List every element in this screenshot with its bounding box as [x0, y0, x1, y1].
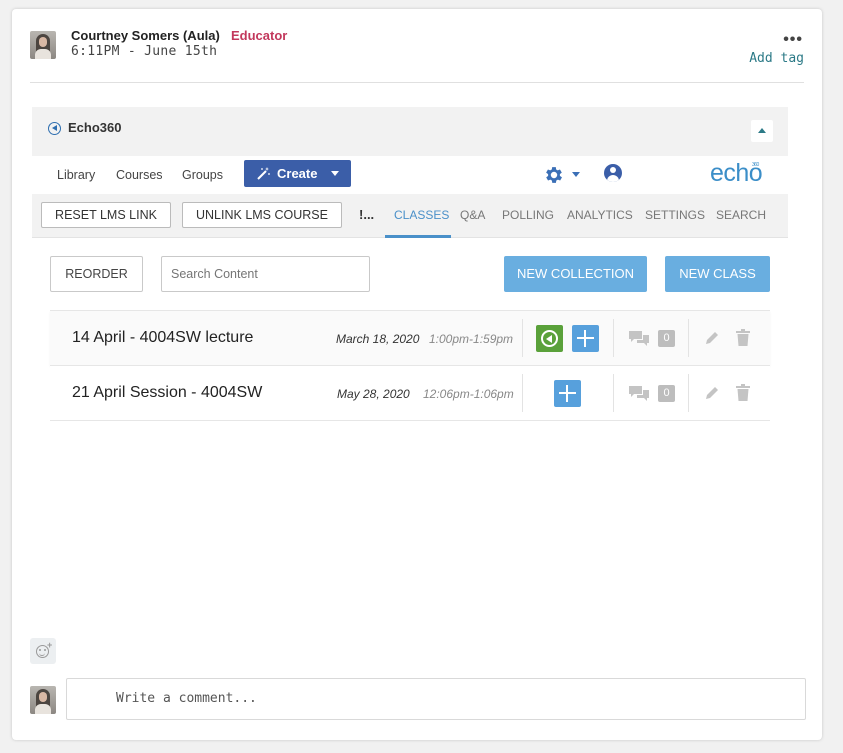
nav-groups[interactable]: Groups [182, 168, 223, 182]
chevron-down-icon [331, 171, 339, 176]
comment-input[interactable]: Write a comment... [66, 678, 806, 720]
tab-settings[interactable]: SETTINGS [645, 208, 705, 222]
more-options-icon[interactable]: ••• [783, 31, 803, 49]
echo-nav-bar: Library Courses Groups Create echo 360 [32, 156, 788, 194]
class-time: 12:06pm-1:06pm [423, 387, 514, 401]
row-separator [688, 374, 689, 412]
tab-classes[interactable]: CLASSES [394, 208, 449, 222]
discussion-icon[interactable] [627, 384, 651, 404]
nav-courses[interactable]: Courses [116, 168, 163, 182]
discussion-count: 0 [658, 330, 675, 347]
commenter-avatar [30, 686, 56, 714]
header-divider [30, 82, 804, 83]
magic-wand-icon [257, 167, 270, 180]
class-row[interactable]: 21 April Session - 4004SW May 28, 2020 1… [50, 366, 770, 421]
class-date: May 28, 2020 [337, 387, 410, 401]
media-play-icon[interactable] [536, 325, 563, 352]
trash-icon[interactable] [736, 329, 750, 346]
create-label: Create [277, 166, 318, 181]
settings-dropdown-icon[interactable] [572, 172, 580, 177]
discussion-icon[interactable] [627, 329, 651, 349]
add-tag-link[interactable]: Add tag [749, 51, 804, 66]
new-class-button[interactable]: NEW CLASS [665, 256, 770, 292]
add-reaction-icon[interactable]: + [30, 638, 56, 664]
add-content-icon[interactable] [554, 380, 581, 407]
course-tab-bar: RESET LMS LINK UNLINK LMS COURSE !... CL… [32, 194, 788, 238]
post-card: Courtney Somers (Aula) Educator 6:11PM -… [12, 9, 822, 740]
pencil-icon[interactable] [704, 330, 720, 346]
tab-polling[interactable]: POLLING [502, 208, 554, 222]
class-time: 1:00pm-1:59pm [429, 332, 514, 346]
embed-title: Echo360 [68, 120, 122, 135]
class-date: March 18, 2020 [336, 332, 420, 346]
echo360-logo: echo 360 [710, 159, 763, 188]
logo-sup: 360 [752, 162, 759, 168]
class-title[interactable]: 21 April Session - 4004SW [72, 384, 262, 402]
row-separator [613, 374, 614, 412]
pencil-icon[interactable] [704, 385, 720, 401]
gear-icon[interactable] [543, 164, 565, 186]
create-button[interactable]: Create [244, 160, 351, 187]
role-badge: Educator [231, 28, 288, 43]
discussion-count: 0 [658, 385, 675, 402]
reorder-button[interactable]: REORDER [50, 256, 143, 292]
active-tab-indicator [385, 235, 451, 238]
tab-qa[interactable]: Q&A [460, 208, 485, 222]
row-separator [613, 319, 614, 357]
unlink-lms-course-button[interactable]: UNLINK LMS COURSE [182, 202, 342, 228]
reset-lms-link-button[interactable]: RESET LMS LINK [41, 202, 171, 228]
echo360-play-icon [48, 122, 61, 135]
add-content-icon[interactable] [572, 325, 599, 352]
post-timestamp: 6:11PM - June 15th [71, 44, 218, 59]
author-name[interactable]: Courtney Somers (Aula) [71, 28, 220, 43]
search-content-input[interactable] [161, 256, 370, 292]
new-collection-button[interactable]: NEW COLLECTION [504, 256, 647, 292]
class-title[interactable]: 14 April - 4004SW lecture [72, 329, 253, 347]
class-row[interactable]: 14 April - 4004SW lecture March 18, 2020… [50, 311, 770, 366]
echo360-embed: Echo360 Library Courses Groups Create ec… [32, 107, 788, 238]
tab-search[interactable]: SEARCH [716, 208, 766, 222]
user-account-icon[interactable] [604, 164, 622, 182]
truncated-tab[interactable]: !... [359, 207, 374, 222]
row-separator [522, 374, 523, 412]
trash-icon[interactable] [736, 384, 750, 401]
author-avatar[interactable] [30, 31, 56, 59]
tab-analytics[interactable]: ANALYTICS [567, 208, 633, 222]
row-separator [522, 319, 523, 357]
row-separator [688, 319, 689, 357]
embed-header: Echo360 [32, 107, 788, 156]
nav-library[interactable]: Library [57, 168, 95, 182]
collapse-up-icon[interactable] [751, 120, 773, 142]
